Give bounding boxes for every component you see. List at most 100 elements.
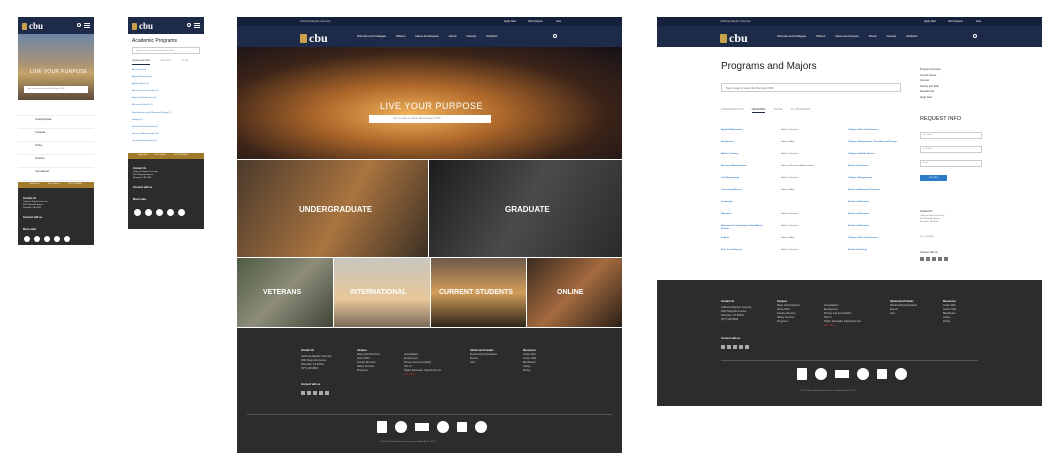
program-name[interactable]: Architecture [721,141,771,144]
linkedin-icon[interactable] [926,257,930,261]
list-item[interactable]: Applied Theology (1) [132,76,171,80]
school-link[interactable]: College of Engineering [848,177,903,180]
logo[interactable]: cbu [300,31,328,46]
list-item[interactable]: Biology (5) [132,119,171,123]
hero-search-input[interactable]: Type a major or career like Nursing or P… [369,115,491,123]
list-item[interactable]: Business Administration (4) [132,133,171,137]
nav-faculty[interactable]: Faculty [467,34,477,38]
email-field[interactable]: Email [920,160,982,167]
school-link[interactable]: College of Architecture, Visual Arts and… [848,141,903,144]
menu-icon[interactable] [84,23,90,28]
list-item[interactable]: Accounting (3) [132,69,171,73]
school-link[interactable]: School of Nursing [848,249,903,252]
mobile-menu-item[interactable]: Online [18,129,94,147]
tab-graduate[interactable]: GRADUATE [751,108,766,113]
program-name[interactable]: Education [721,213,771,216]
tab-graduate[interactable]: GRADUATE [160,60,171,65]
nav-offices[interactable]: Offices [816,34,825,38]
tab-online[interactable]: ONLINE [181,60,188,65]
nav-schools[interactable]: Schools and Colleges [777,34,806,38]
program-search-input[interactable]: Type a major or career like Nursing or P… [132,47,200,54]
tile-online[interactable]: ONLINE [527,258,622,327]
twitter-icon[interactable] [944,257,948,261]
logo[interactable]: cbu [22,21,43,31]
program-name[interactable]: Business Administration [721,165,771,168]
logo[interactable]: cbu [720,31,748,46]
program-name[interactable]: Applied Mathematics [721,129,771,132]
list-item[interactable]: Behavioral Health (2) [132,104,171,108]
list-item[interactable]: Biomedical Engineering (1) [132,126,171,130]
degree-type: Master of Arts [781,189,795,191]
list-item[interactable]: Ancient Greek Literature (1) [132,90,171,94]
table-row: Business Administration Master of Busines… [721,165,901,177]
school-link[interactable]: School of Behavioral Sciences [848,189,903,192]
tile-veterans[interactable]: VETERANS [237,258,333,327]
tile-graduate[interactable]: GRADUATE [429,160,622,257]
school-link[interactable]: School of Education [848,213,903,216]
program-name[interactable]: Athletic Training [721,153,771,156]
youtube-icon[interactable] [938,257,942,261]
instagram-icon[interactable] [920,257,924,261]
hero-search-input[interactable]: Type a major or career like Nursing or P… [24,86,88,93]
nav-athletics[interactable]: Athletics [486,34,497,38]
youtube-icon[interactable] [739,345,743,349]
list-item[interactable]: Aviation Management (4) [132,97,171,101]
first-name-field[interactable]: First Name [920,132,982,139]
tab-all-programs[interactable]: ALL PROGRAMS [791,108,811,113]
search-icon[interactable] [553,34,557,38]
school-link[interactable]: College of Arts and Sciences [848,129,903,132]
program-name[interactable]: Counseling Ministry [721,189,771,192]
nav-about[interactable]: About [869,34,877,38]
facebook-icon[interactable] [932,257,936,261]
program-name[interactable]: Entry Level Nursing [721,249,771,252]
instagram-icon[interactable] [301,391,305,395]
youtube-icon[interactable] [319,391,323,395]
program-name[interactable]: English [721,237,771,240]
tile-current-students[interactable]: CURRENT STUDENTS [431,258,526,327]
tab-undergraduate[interactable]: UNDERGRADUATE [721,108,744,113]
nav-about[interactable]: About [449,34,457,38]
program-name[interactable]: Civil Engineering [721,177,771,180]
nav-athletics[interactable]: Athletics [906,34,917,38]
school-link[interactable]: School of Education [848,201,903,204]
facebook-icon[interactable] [733,345,737,349]
last-name-field[interactable]: Last Name [920,146,982,153]
tile-international[interactable]: INTERNATIONAL [334,258,430,327]
school-link[interactable]: School of Business [848,165,903,168]
nav-offices[interactable]: Offices [396,34,405,38]
instagram-icon[interactable] [721,345,725,349]
list-item[interactable]: Chemical Engineering (1) [132,140,171,144]
school-link[interactable]: School of Education [848,225,903,228]
linkedin-icon[interactable] [307,391,311,395]
twitter-icon[interactable] [325,391,329,395]
linkedin-icon[interactable] [727,345,731,349]
search-icon[interactable] [973,34,977,38]
list-item[interactable]: Applied Music (2) [132,83,171,87]
tab-undergraduate[interactable]: UNDERGRADUATE [132,60,151,65]
school-link[interactable]: College of Arts and Sciences [848,237,903,240]
menu-icon[interactable] [194,23,200,28]
mobile-menu-item[interactable]: Current Students [18,168,94,186]
search-icon[interactable] [77,23,81,27]
search-icon[interactable] [187,23,191,27]
mobile-menu-item[interactable]: International [18,155,94,173]
mobile-menu-item[interactable]: Undergraduate [18,103,94,121]
program-search-input[interactable]: Type a major or career like Nursing or P… [721,83,901,92]
list-item[interactable]: Bioinformatics and Molecular Biology (1) [132,112,171,116]
mobile-menu-item[interactable]: Veterans [18,142,94,160]
mobile-menu-item[interactable]: Graduate [18,116,94,134]
nav-news[interactable]: News and Events [415,34,438,38]
twitter-icon[interactable] [745,345,749,349]
degree-type: Master of Science [781,225,799,227]
nav-news[interactable]: News and Events [835,34,858,38]
program-name[interactable]: Educational Leadership for Faith-Based S… [721,225,771,231]
logo[interactable]: cbu [132,21,153,31]
get-info-button[interactable]: GET INFO [920,175,947,181]
nav-faculty[interactable]: Faculty [887,34,897,38]
school-link[interactable]: College of Health Science [848,153,903,156]
facebook-icon[interactable] [313,391,317,395]
tile-undergraduate[interactable]: UNDERGRADUATE [237,160,428,257]
nav-schools[interactable]: Schools and Colleges [357,34,386,38]
tab-online[interactable]: ONLINE [773,108,782,113]
program-name[interactable]: Leadership [721,201,771,204]
